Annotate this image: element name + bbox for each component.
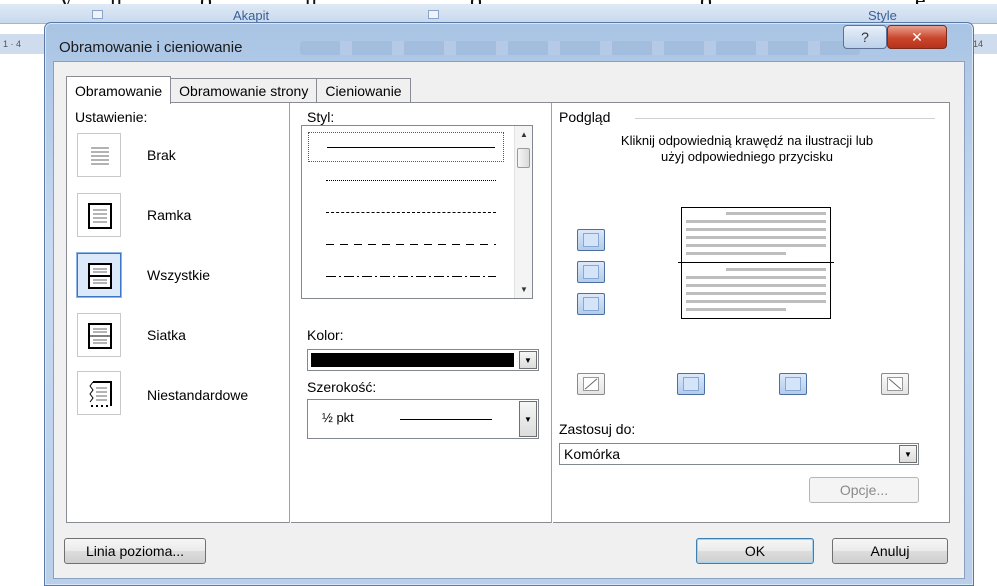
style-listbox[interactable]: ▲ ▼ xyxy=(301,125,533,299)
diagonal-up-border-button[interactable] xyxy=(577,373,605,395)
color-dropdown[interactable]: ▼ xyxy=(307,349,539,371)
setting-none-icon[interactable] xyxy=(77,133,121,177)
column-separator xyxy=(289,103,290,523)
color-swatch xyxy=(311,353,514,367)
setting-grid-icon[interactable] xyxy=(77,313,121,357)
width-sample-line xyxy=(400,419,492,420)
scroll-thumb[interactable] xyxy=(517,148,530,168)
options-button[interactable]: Opcje... xyxy=(809,477,919,503)
preview-heading-rule xyxy=(635,118,935,119)
style-column: Styl: ▲ ▼ Kolor: ▼ Szerokość: ½ pkt ▼ xyxy=(293,103,551,523)
help-icon: ? xyxy=(861,29,869,45)
diagonal-down-border-button[interactable] xyxy=(881,373,909,395)
setting-box-label[interactable]: Ramka xyxy=(147,207,191,223)
dialog-client-area: Obramowanie Obramowanie strony Cieniowan… xyxy=(53,61,965,579)
bottom-border-icon xyxy=(583,297,599,311)
preview-area[interactable] xyxy=(678,207,834,319)
style-option-solid[interactable] xyxy=(308,132,504,162)
right-border-icon xyxy=(785,377,801,391)
ribbon-group-styles: Style xyxy=(868,8,897,23)
ruler-left: 1 · 4 xyxy=(0,34,44,54)
tab-label: Obramowanie xyxy=(75,83,163,99)
apply-to-dropdown[interactable]: Komórka ▼ xyxy=(559,443,919,465)
column-separator xyxy=(551,103,552,523)
preview-heading: Podgląd xyxy=(559,109,611,125)
setting-custom-label[interactable]: Niestandardowe xyxy=(147,387,248,403)
close-button[interactable]: ✕ xyxy=(887,25,947,49)
chevron-down-icon[interactable]: ▼ xyxy=(899,445,917,463)
tab-strip: Obramowanie Obramowanie strony Cieniowan… xyxy=(66,76,411,104)
dialog-launcher-icon[interactable] xyxy=(92,10,103,19)
borders-tab-panel: Ustawienie: Brak Ramka Wszystkie Siatka … xyxy=(66,102,950,523)
preview-instruction: Kliknij odpowiednią krawędź na ilustracj… xyxy=(620,133,874,164)
horizontal-line-button[interactable]: Linia pozioma... xyxy=(64,538,206,564)
inside-horizontal-border-icon xyxy=(583,265,599,279)
title-bar[interactable]: Obramowanie i cieniowanie ? ✕ xyxy=(45,23,973,56)
setting-all-label[interactable]: Wszystkie xyxy=(147,267,210,283)
top-border-button[interactable] xyxy=(577,229,605,251)
tab-shading[interactable]: Cieniowanie xyxy=(316,78,411,103)
bottom-border-button[interactable] xyxy=(577,293,605,315)
preview-middle-border[interactable] xyxy=(678,262,834,263)
ribbon-strip: Akapit Style xyxy=(0,4,997,24)
inside-horizontal-border-button[interactable] xyxy=(577,261,605,283)
top-border-icon xyxy=(583,233,599,247)
tab-borders[interactable]: Obramowanie xyxy=(66,76,172,104)
setting-custom-icon[interactable] xyxy=(77,371,121,415)
ok-button[interactable]: OK xyxy=(696,538,814,564)
right-border-button[interactable] xyxy=(779,373,807,395)
setting-heading: Ustawienie: xyxy=(75,109,148,125)
scroll-down-icon[interactable]: ▼ xyxy=(520,285,528,294)
left-border-button[interactable] xyxy=(677,373,705,395)
width-value: ½ pkt xyxy=(322,410,354,425)
borders-and-shading-dialog: Obramowanie i cieniowanie ? ✕ Obramowani… xyxy=(44,22,974,586)
style-option-dash-dot[interactable] xyxy=(308,262,504,292)
scroll-up-icon[interactable]: ▲ xyxy=(520,130,528,139)
dialog-launcher-icon[interactable] xyxy=(428,10,439,19)
cancel-button[interactable]: Anuluj xyxy=(832,538,948,564)
style-heading: Styl: xyxy=(307,109,335,125)
diagonal-down-icon xyxy=(887,377,903,391)
width-dropdown[interactable]: ½ pkt ▼ xyxy=(307,399,539,439)
color-heading: Kolor: xyxy=(307,327,344,343)
chevron-down-icon[interactable]: ▼ xyxy=(519,401,537,437)
help-button[interactable]: ? xyxy=(843,25,887,49)
style-option-dashed-small[interactable] xyxy=(308,198,504,228)
setting-box-icon[interactable] xyxy=(77,193,121,237)
apply-to-value: Komórka xyxy=(564,446,621,462)
chevron-down-icon[interactable]: ▼ xyxy=(519,351,537,369)
diagonal-up-icon xyxy=(583,377,599,391)
setting-none-label[interactable]: Brak xyxy=(147,147,176,163)
width-heading: Szerokość: xyxy=(307,379,377,395)
close-icon: ✕ xyxy=(911,28,923,45)
title-bar-background xyxy=(300,41,860,55)
tab-page-border[interactable]: Obramowanie strony xyxy=(170,78,318,103)
style-option-dotted[interactable] xyxy=(308,166,504,196)
apply-to-heading: Zastosuj do: xyxy=(559,421,636,437)
ribbon-group-paragraph: Akapit xyxy=(233,8,270,23)
tab-label: Obramowanie strony xyxy=(179,83,309,99)
tab-label: Cieniowanie xyxy=(325,83,402,99)
preview-column: Podgląd Kliknij odpowiednią krawędź na i… xyxy=(559,103,939,523)
left-border-icon xyxy=(683,377,699,391)
style-scrollbar[interactable]: ▲ ▼ xyxy=(514,126,532,298)
setting-all-icon[interactable] xyxy=(77,253,121,297)
setting-grid-label[interactable]: Siatka xyxy=(147,327,186,343)
style-option-dashed-large[interactable] xyxy=(308,230,504,260)
dialog-title: Obramowanie i cieniowanie xyxy=(59,39,243,56)
